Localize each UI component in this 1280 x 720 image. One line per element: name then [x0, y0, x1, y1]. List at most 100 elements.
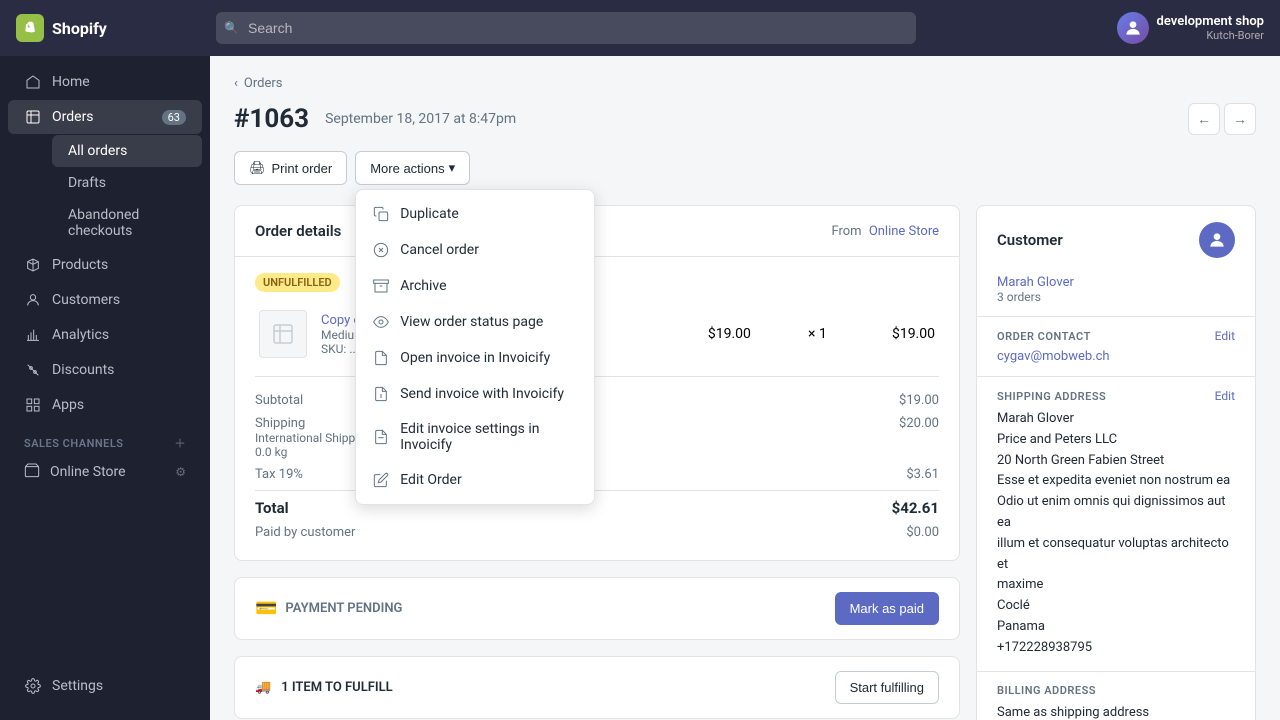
- nav-arrows: ← →: [1188, 103, 1256, 135]
- order-contact-label: ORDER CONTACT Edit: [997, 329, 1235, 343]
- shipping-label: Shipping International Shipping 0.0 kg: [255, 416, 372, 459]
- addr-phone: +172228938795: [997, 638, 1235, 659]
- payment-status: 💳 PAYMENT PENDING: [255, 598, 402, 619]
- search-container: [216, 12, 916, 44]
- contact-email[interactable]: cygav@mobweb.ch: [997, 349, 1235, 364]
- sidebar-item-apps[interactable]: Apps: [8, 388, 202, 422]
- fulfill-info: 🚚 1 ITEM TO FULFILL: [255, 680, 393, 695]
- sidebar-item-label: Analytics: [52, 327, 109, 343]
- dropdown-item-archive[interactable]: Archive: [356, 268, 594, 304]
- sidebar: Home Orders 63 All orders Drafts Abandon…: [0, 0, 210, 720]
- mark-as-paid-button[interactable]: Mark as paid: [835, 592, 939, 625]
- total-value: $42.61: [892, 499, 939, 517]
- shop-subtitle: Kutch-Borer: [1157, 29, 1264, 42]
- page-header-actions: ← →: [1188, 103, 1256, 135]
- customer-avatar: [1199, 222, 1235, 258]
- dropdown-item-label: View order status page: [400, 314, 543, 330]
- avatar: [1117, 12, 1149, 44]
- more-actions-dropdown: More actions ▾ Duplicate: [355, 151, 470, 185]
- subtotal-value: $19.00: [899, 393, 939, 408]
- dropdown-item-open-invoice[interactable]: Open invoice in Invoicify: [356, 340, 594, 376]
- page-content: ‹ Orders #1063 September 18, 2017 at 8:4…: [210, 56, 1280, 720]
- sidebar-nav: Home Orders 63 All orders Drafts Abandon…: [0, 56, 210, 660]
- apps-icon: [24, 396, 42, 414]
- print-order-button[interactable]: 🖨 Print order: [234, 151, 347, 185]
- main-content: ‹ Orders #1063 September 18, 2017 at 8:4…: [210, 0, 1280, 720]
- add-sales-channel-icon[interactable]: ＋: [175, 435, 187, 451]
- invoicify-icon: [372, 349, 390, 367]
- cancel-icon: [372, 241, 390, 259]
- fulfillment-status-badge: UNFULFILLED: [255, 273, 340, 292]
- more-actions-button[interactable]: More actions ▾: [355, 151, 470, 185]
- shipping-value: $20.00: [899, 416, 939, 459]
- dropdown-item-duplicate[interactable]: Duplicate: [356, 196, 594, 232]
- sidebar-item-online-store[interactable]: Online Store ⚙: [8, 456, 202, 488]
- dropdown-item-edit-order[interactable]: Edit Order: [356, 462, 594, 498]
- sidebar-item-home[interactable]: Home: [8, 65, 202, 99]
- online-store-settings-icon[interactable]: ⚙: [175, 465, 186, 479]
- app-logo: Shopify: [16, 14, 216, 42]
- shipping-address-section: SHIPPING ADDRESS Edit Marah Glover Price…: [977, 376, 1255, 671]
- dropdown-item-label: Duplicate: [400, 206, 459, 222]
- sidebar-item-discounts[interactable]: Discounts: [8, 353, 202, 387]
- page-title: #1063: [234, 104, 309, 134]
- sidebar-item-products[interactable]: Products: [8, 248, 202, 282]
- billing-address-block: Same as shipping address: [997, 703, 1235, 720]
- customer-name-section: Marah Glover 3 orders: [977, 274, 1255, 316]
- dropdown-item-label: Cancel order: [400, 242, 479, 258]
- customers-icon: [24, 291, 42, 309]
- contact-edit-link[interactable]: Edit: [1215, 329, 1235, 343]
- more-actions-menu: Duplicate Cancel order Archive: [355, 189, 595, 505]
- order-from: From Online Store: [831, 224, 939, 239]
- customer-card-header: Customer: [977, 206, 1255, 274]
- addr-country: Panama: [997, 617, 1235, 638]
- tax-label: Tax 19%: [255, 467, 303, 482]
- billing-address-label: BILLING ADDRESS: [997, 684, 1235, 697]
- settings-label: Settings: [52, 678, 103, 694]
- online-store-left: Online Store: [24, 462, 126, 482]
- payment-card-header: 💳 PAYMENT PENDING Mark as paid: [235, 578, 959, 639]
- online-store-label: Online Store: [50, 464, 126, 480]
- sidebar-item-customers[interactable]: Customers: [8, 283, 202, 317]
- shop-name: development shop: [1157, 14, 1264, 29]
- order-detail-card: Order details From Online Store UNFULFIL…: [234, 205, 960, 561]
- addr-line4: illum et consequatur voluptas architecto…: [997, 534, 1235, 576]
- dropdown-item-cancel[interactable]: Cancel order: [356, 232, 594, 268]
- chevron-down-icon: ▾: [449, 160, 456, 176]
- shop-info: development shop Kutch-Borer: [1157, 14, 1264, 42]
- sales-channels-section: SALES CHANNELS ＋: [8, 423, 202, 455]
- payment-pending-card: 💳 PAYMENT PENDING Mark as paid: [234, 577, 960, 640]
- breadcrumb[interactable]: ‹ Orders: [234, 76, 1256, 91]
- addr-company: Price and Peters LLC: [997, 430, 1235, 451]
- sidebar-item-drafts[interactable]: Drafts: [52, 167, 202, 199]
- action-buttons-row: 🖨 Print order More actions ▾ Duplicate: [234, 151, 1256, 185]
- next-order-button[interactable]: →: [1224, 103, 1256, 135]
- order-detail-title: Order details: [255, 222, 341, 240]
- dropdown-item-edit-invoice[interactable]: Edit invoice settings in Invoicify: [356, 412, 594, 462]
- search-wrapper: [216, 12, 916, 44]
- shipping-edit-link[interactable]: Edit: [1215, 389, 1235, 403]
- duplicate-icon: [372, 205, 390, 223]
- customer-name-link[interactable]: Marah Glover: [997, 275, 1074, 290]
- customer-orders: 3 orders: [997, 290, 1235, 304]
- search-input[interactable]: [216, 12, 916, 44]
- dropdown-item-label: Archive: [400, 278, 446, 294]
- invoicify-settings-icon: [372, 428, 390, 446]
- dropdown-item-view-status[interactable]: View order status page: [356, 304, 594, 340]
- sidebar-item-orders[interactable]: Orders 63: [8, 100, 202, 134]
- order-detail-header: Order details From Online Store: [235, 206, 959, 257]
- sidebar-item-all-orders[interactable]: All orders: [52, 135, 202, 167]
- edit-order-icon: [372, 471, 390, 489]
- dropdown-item-send-invoice[interactable]: Send invoice with Invoicify: [356, 376, 594, 412]
- home-icon: [24, 73, 42, 91]
- addr-name: Marah Glover: [997, 409, 1235, 430]
- sidebar-item-abandoned[interactable]: Abandoned checkouts: [52, 199, 202, 247]
- order-detail-body: UNFULFILLED Copy of Aero Foam Fit Alo...: [235, 257, 959, 560]
- order-source-link[interactable]: Online Store: [869, 224, 939, 239]
- sidebar-item-settings[interactable]: Settings: [8, 669, 202, 703]
- dropdown-item-label: Edit Order: [400, 472, 462, 488]
- start-fulfilling-button[interactable]: Start fulfilling: [835, 671, 939, 704]
- sidebar-item-analytics[interactable]: Analytics: [8, 318, 202, 352]
- prev-order-button[interactable]: ←: [1188, 103, 1220, 135]
- billing-same: Same as shipping address: [997, 705, 1149, 720]
